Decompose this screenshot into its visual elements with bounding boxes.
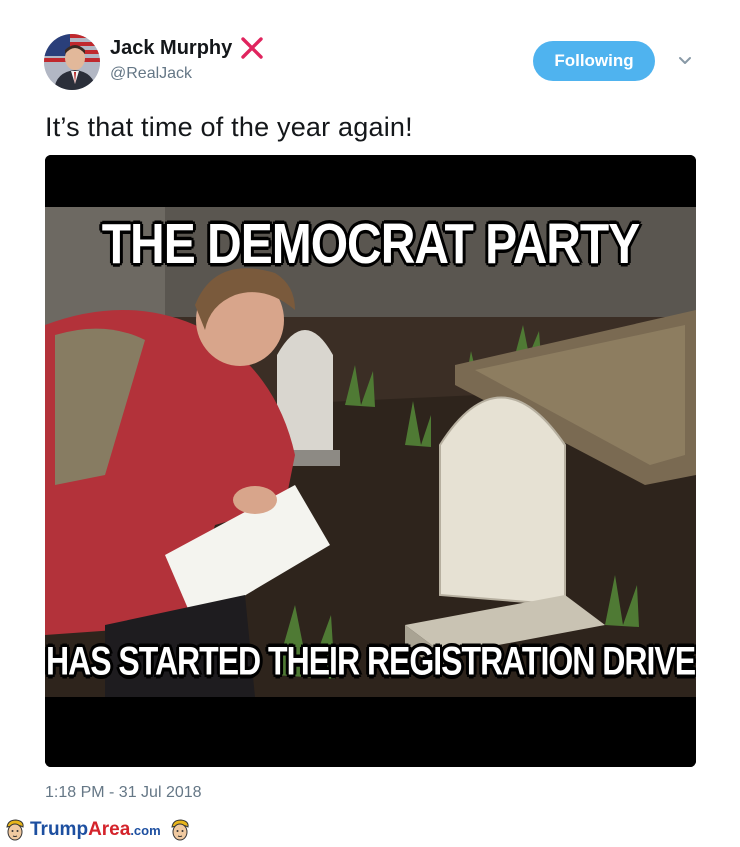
meme-top-caption: THE DEMOCRAT PARTY: [101, 213, 641, 276]
author-name[interactable]: Jack Murphy: [110, 37, 232, 60]
avatar[interactable]: [44, 34, 100, 90]
logo-dotcom: .com: [130, 823, 161, 838]
trump-face-icon: [4, 818, 26, 842]
avatar-image: [44, 34, 100, 90]
logo-trump: Trump: [30, 819, 89, 840]
author-handle[interactable]: @RealJack: [110, 65, 192, 83]
tweet-media[interactable]: THE DEMOCRAT PARTY HAS STARTED THEIR REG…: [45, 155, 696, 767]
site-logo-text: TrumpArea.com: [30, 819, 161, 841]
author-name-row: Jack Murphy: [110, 36, 264, 60]
logo-area: Area: [88, 819, 131, 840]
red-x-icon: [240, 36, 264, 60]
trump-face-icon: [169, 818, 191, 842]
following-button[interactable]: Following: [533, 41, 655, 81]
site-watermark: TrumpArea.com: [4, 818, 191, 842]
tweet-text: It’s that time of the year again!: [45, 112, 413, 142]
chevron-down-icon[interactable]: [676, 54, 694, 68]
tweet-timestamp[interactable]: 1:18 PM - 31 Jul 2018: [45, 784, 202, 802]
meme-bottom-caption: HAS STARTED THEIR REGISTRATION DRIVE: [45, 638, 696, 684]
